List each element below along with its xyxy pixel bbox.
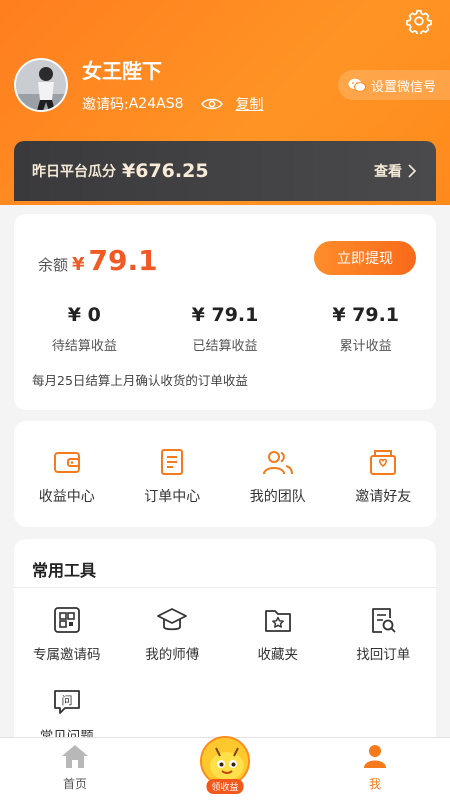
svg-text:问: 问 [61, 694, 72, 707]
set-wechat-label: 设置微信号 [371, 79, 437, 95]
team-icon [262, 451, 293, 475]
invite-envelope-icon [370, 450, 397, 475]
balance-currency: ¥ [72, 254, 85, 275]
tool-exclusive-invite-code[interactable]: 专属邀请码 [14, 605, 120, 687]
invite-code-row: 邀请码: A24AS8 复制 [82, 94, 263, 114]
menu-item-earnings-center[interactable]: 收益中心 [14, 421, 120, 527]
home-icon [62, 745, 88, 768]
question-chat-icon: 问 [53, 690, 80, 714]
menu-item-order-center[interactable]: 订单中心 [120, 421, 226, 527]
tool-label: 专属邀请码 [33, 647, 101, 663]
stat-label: 已结算收益 [192, 339, 258, 354]
menu-item-invite-friends[interactable]: 邀请好友 [331, 421, 437, 527]
wechat-icon [348, 78, 366, 92]
view-button[interactable]: 查看 [374, 161, 418, 181]
graduation-cap-icon [157, 608, 188, 631]
avatar[interactable] [14, 58, 68, 112]
quick-menu-card: 收益中心 订单中心 我的团队 邀请好友 [14, 421, 436, 527]
folder-star-icon [264, 610, 291, 632]
tool-recover-order[interactable]: 找回订单 [331, 605, 437, 687]
menu-item-label: 订单中心 [144, 489, 201, 505]
copy-invite-code-link[interactable]: 复制 [235, 94, 263, 114]
tab-me[interactable]: 我 [300, 738, 450, 800]
divider [14, 587, 436, 588]
settings-gear-icon[interactable] [406, 8, 432, 34]
tool-my-mentor[interactable]: 我的师傅 [120, 605, 226, 687]
order-search-icon [372, 608, 396, 633]
stat-pending[interactable]: ¥ 0 待结算收益 [14, 304, 155, 354]
menu-item-label: 我的团队 [249, 489, 306, 505]
tool-label: 我的师傅 [145, 647, 200, 663]
menu-item-label: 收益中心 [38, 489, 95, 505]
common-tools-card: 常用工具 专属邀请码 我的师傅 收藏夹 找回订单 问 [14, 539, 436, 749]
menu-item-label: 邀请好友 [355, 489, 412, 505]
balance-value: 79.1 [88, 244, 158, 277]
stat-value: ¥ 0 [67, 304, 101, 326]
view-label: 查看 [374, 164, 402, 180]
menu-item-my-team[interactable]: 我的团队 [225, 421, 331, 527]
qr-code-icon [53, 607, 80, 633]
stat-label: 待结算收益 [51, 339, 117, 354]
user-profile-icon [364, 745, 386, 768]
set-wechat-button[interactable]: 设置微信号 [338, 70, 450, 100]
withdraw-button[interactable]: 立即提现 [314, 241, 416, 275]
tab-home[interactable]: 首页 [0, 738, 150, 800]
avatar-photo-icon [16, 60, 66, 110]
eye-icon[interactable] [201, 97, 224, 111]
invite-code-value: A24AS8 [128, 96, 184, 112]
tool-favorites[interactable]: 收藏夹 [225, 605, 331, 687]
tab-collect-earnings[interactable]: 领收益 [150, 736, 300, 800]
balance-card: 余额 ¥ 79.1 立即提现 ¥ 0 待结算收益 ¥ 79.1 已结算收益 ¥ … [14, 214, 436, 410]
platform-share-bar[interactable]: 昨日平台瓜分 ¥676.25 查看 [14, 141, 436, 201]
tool-label: 找回订单 [356, 647, 411, 663]
tab-label: 首页 [62, 777, 87, 791]
bottom-tab-bar: 首页 领收益 我 [0, 736, 450, 800]
tab-label: 我 [368, 777, 381, 791]
collect-earnings-label: 领收益 [206, 779, 244, 794]
chevron-right-icon [408, 164, 417, 178]
platform-share-amount: ¥676.25 [122, 160, 209, 182]
stat-value: ¥ 79.1 [332, 304, 400, 326]
username: 女王陛下 [82, 59, 162, 83]
settlement-note: 每月25日结算上月确认收货的订单收益 [32, 373, 248, 388]
tools-title: 常用工具 [32, 561, 97, 580]
profile-header: 女王陛下 邀请码: A24AS8 复制 设置微信号 昨日平台瓜分 ¥676.25… [0, 0, 450, 205]
order-icon [161, 449, 184, 475]
balance-row: 余额 ¥ 79.1 [38, 244, 158, 277]
platform-share-label: 昨日平台瓜分 [32, 164, 116, 180]
tool-label: 收藏夹 [257, 647, 299, 663]
stat-settled[interactable]: ¥ 79.1 已结算收益 [155, 304, 296, 354]
wallet-icon [53, 452, 80, 473]
stat-value: ¥ 79.1 [191, 304, 259, 326]
balance-label: 余额 [38, 256, 69, 274]
stat-label: 累计收益 [339, 339, 392, 354]
invite-code-label: 邀请码: [82, 97, 129, 113]
stat-total[interactable]: ¥ 79.1 累计收益 [295, 304, 436, 354]
earnings-stats: ¥ 0 待结算收益 ¥ 79.1 已结算收益 ¥ 79.1 累计收益 [14, 304, 436, 354]
